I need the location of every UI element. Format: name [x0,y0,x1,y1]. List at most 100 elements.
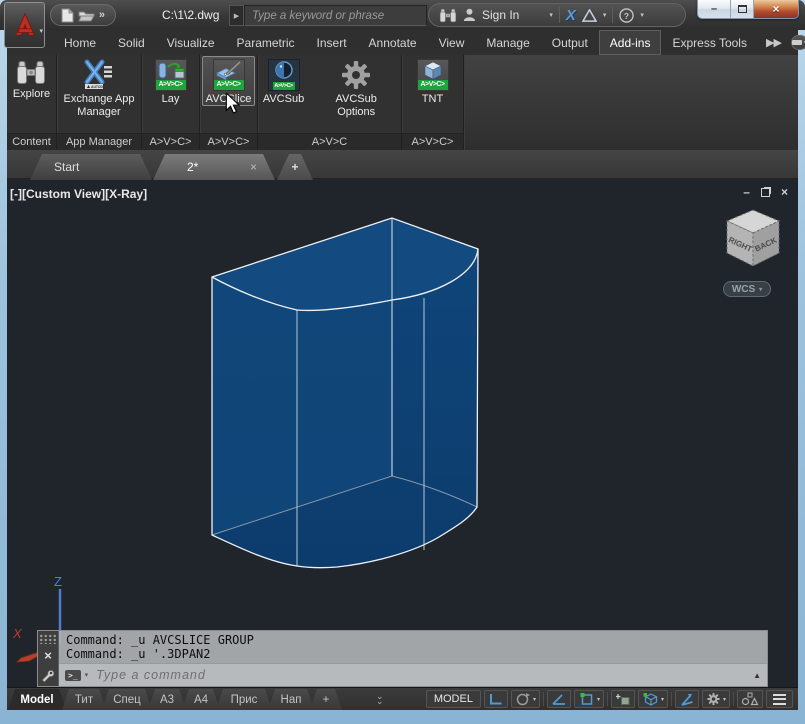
qat-expand-icon[interactable]: » [99,9,105,21]
autocad-logo-icon [10,10,40,40]
exchange-app-manager-button[interactable]: AUTODESK Exchange App Manager [58,56,140,119]
search-binoculars-icon[interactable] [439,8,457,23]
tab-annotate[interactable]: Annotate [358,30,428,55]
sign-in-button[interactable]: Sign In [482,8,519,22]
isolate-objects-button[interactable] [737,690,763,708]
snap-tracking-button[interactable] [611,690,635,708]
a360-icon[interactable] [582,9,597,22]
wcs-dropdown[interactable]: WCS ▾ [723,281,771,297]
divider [543,692,544,706]
viewport-minimize-button[interactable]: – [743,186,750,198]
tab-manage[interactable]: Manage [475,30,540,55]
viewport-close-button[interactable]: × [781,186,788,198]
dynamic-ucs-button[interactable] [675,690,699,708]
file-tab-close-icon[interactable]: × [250,160,257,174]
viewport-window-controls: – × [743,186,788,198]
ribbon-minimize-button[interactable]: ▾ [791,35,805,50]
panel-title-avc-4: A>V>C> [402,133,463,150]
status-toolbar: MODEL ▾ [426,688,798,710]
tab-overflow-icon[interactable]: ▶▶ [766,30,781,55]
dropdown-icon: ▾ [661,696,664,703]
tab-visualize[interactable]: Visualize [156,30,226,55]
new-file-icon[interactable] [61,8,74,23]
tab-parametric[interactable]: Parametric [226,30,306,55]
mouse-cursor [225,93,240,114]
viewcube[interactable]: RIGHT BACK [713,202,793,280]
tnt-button[interactable]: A>V>C> TNT [413,56,453,106]
layout-tab-model[interactable]: Model [8,689,66,710]
user-icon[interactable] [463,8,476,22]
ribbon-empty-area [464,55,798,150]
file-tab-start[interactable]: Start [30,154,152,180]
layout-tab-nap[interactable]: Нап [268,689,314,710]
window-close-button[interactable]: × [754,0,798,18]
exchange-app-manager-icon: AUTODESK [83,59,115,91]
tab-output[interactable]: Output [541,30,599,55]
exchange-apps-icon[interactable]: X [566,7,576,24]
a360-dropdown-icon[interactable]: ▾ [603,11,607,19]
command-window[interactable]: × Command: _u AVCSLICE GROUP Command: _u… [37,630,768,687]
help-dropdown-icon[interactable]: ▾ [640,11,644,19]
maximize-icon [738,5,747,13]
snap-mode-button[interactable] [484,690,508,708]
command-recent-dropdown-icon[interactable]: ▾ [85,671,89,679]
window-controls: – × [697,0,799,19]
file-tab-drawing2[interactable]: 2* × [153,154,275,180]
help-icon[interactable]: ? [619,8,634,23]
file-tab-bar: Start 2* × + [7,150,798,180]
command-scroll-up-icon[interactable]: ▲ [753,671,761,680]
svg-text:AUTODESK: AUTODESK [91,85,111,89]
window-minimize-button[interactable]: – [698,0,731,18]
sign-in-dropdown-icon[interactable]: ▾ [549,11,553,19]
object-snap-button[interactable]: ▾ [574,690,604,708]
command-drag-handle[interactable] [39,634,57,644]
avcsub-options-button[interactable]: AVCSub Options [312,56,400,119]
grid-display-button[interactable]: ▾ [511,690,540,708]
window-maximize-button[interactable] [731,0,754,18]
dropdown-icon: ▾ [597,696,600,703]
layout-tab-pris[interactable]: Прис [216,689,272,710]
search-go-button[interactable]: ▶ [229,5,244,26]
panel-avc-sub: A>V>C> AVCSub [258,55,402,150]
quick-access-toolbar: » [50,4,116,26]
layout-tab-spec[interactable]: Спец [102,689,152,710]
status-bar: Model Тит Спец А3 А4 Прис Нап + ⌄⌄ MODEL [7,687,798,710]
3d-object-snap-button[interactable]: ▾ [638,690,668,708]
explore-button[interactable]: Explore [9,56,54,101]
command-customize-wrench-icon[interactable] [41,669,55,683]
status-bar-menu-button[interactable] [766,690,793,708]
ortho-mode-button[interactable] [547,690,571,708]
customization-gear-icon [706,692,721,706]
lay-button[interactable]: A>V>C> Lay [151,56,191,106]
application-menu-button[interactable]: ▾ [4,2,45,48]
new-drawing-tab-button[interactable]: + [277,154,313,180]
hamburger-icon [773,694,786,696]
tab-express-tools[interactable]: Express Tools [661,30,757,55]
command-history: Command: _u AVCSLICE GROUP Command: _u '… [59,631,767,663]
search-input[interactable]: Type a keyword or phrase [244,5,427,26]
layout-overflow-icon[interactable]: ⌄⌄ [376,694,384,704]
layout-tab-tit[interactable]: Тит [62,689,106,710]
tab-solid[interactable]: Solid [107,30,156,55]
viewport-restore-button[interactable] [761,188,770,197]
tab-add-ins[interactable]: Add-ins [599,30,662,55]
layout-tab-a4[interactable]: А4 [182,689,220,710]
viewport-controls-label[interactable]: [-][Custom View][X-Ray] [10,187,147,201]
tab-view[interactable]: View [428,30,476,55]
tab-insert[interactable]: Insert [306,30,358,55]
open-file-icon[interactable] [78,9,95,22]
tab-home[interactable]: Home [53,30,107,55]
model-space-button[interactable]: MODEL [426,690,481,708]
panel-title-avc-3: A>V>C [258,133,401,150]
snap-mode-icon [488,692,504,706]
binoculars-icon [16,59,46,86]
customization-button[interactable]: ▾ [702,690,730,708]
command-input[interactable]: >_ ▾ Type a command ▲ [59,663,767,686]
drawing-viewport[interactable]: [-][Custom View][X-Ray] – × [7,180,798,687]
3d-solid-model[interactable] [7,180,797,687]
command-placeholder: Type a command [96,668,206,682]
avcsub-button[interactable]: A>V>C> AVCSub [259,56,308,106]
command-close-button[interactable]: × [44,648,52,663]
layout-tab-a3[interactable]: А3 [148,689,186,710]
new-layout-button[interactable]: + [310,689,342,710]
